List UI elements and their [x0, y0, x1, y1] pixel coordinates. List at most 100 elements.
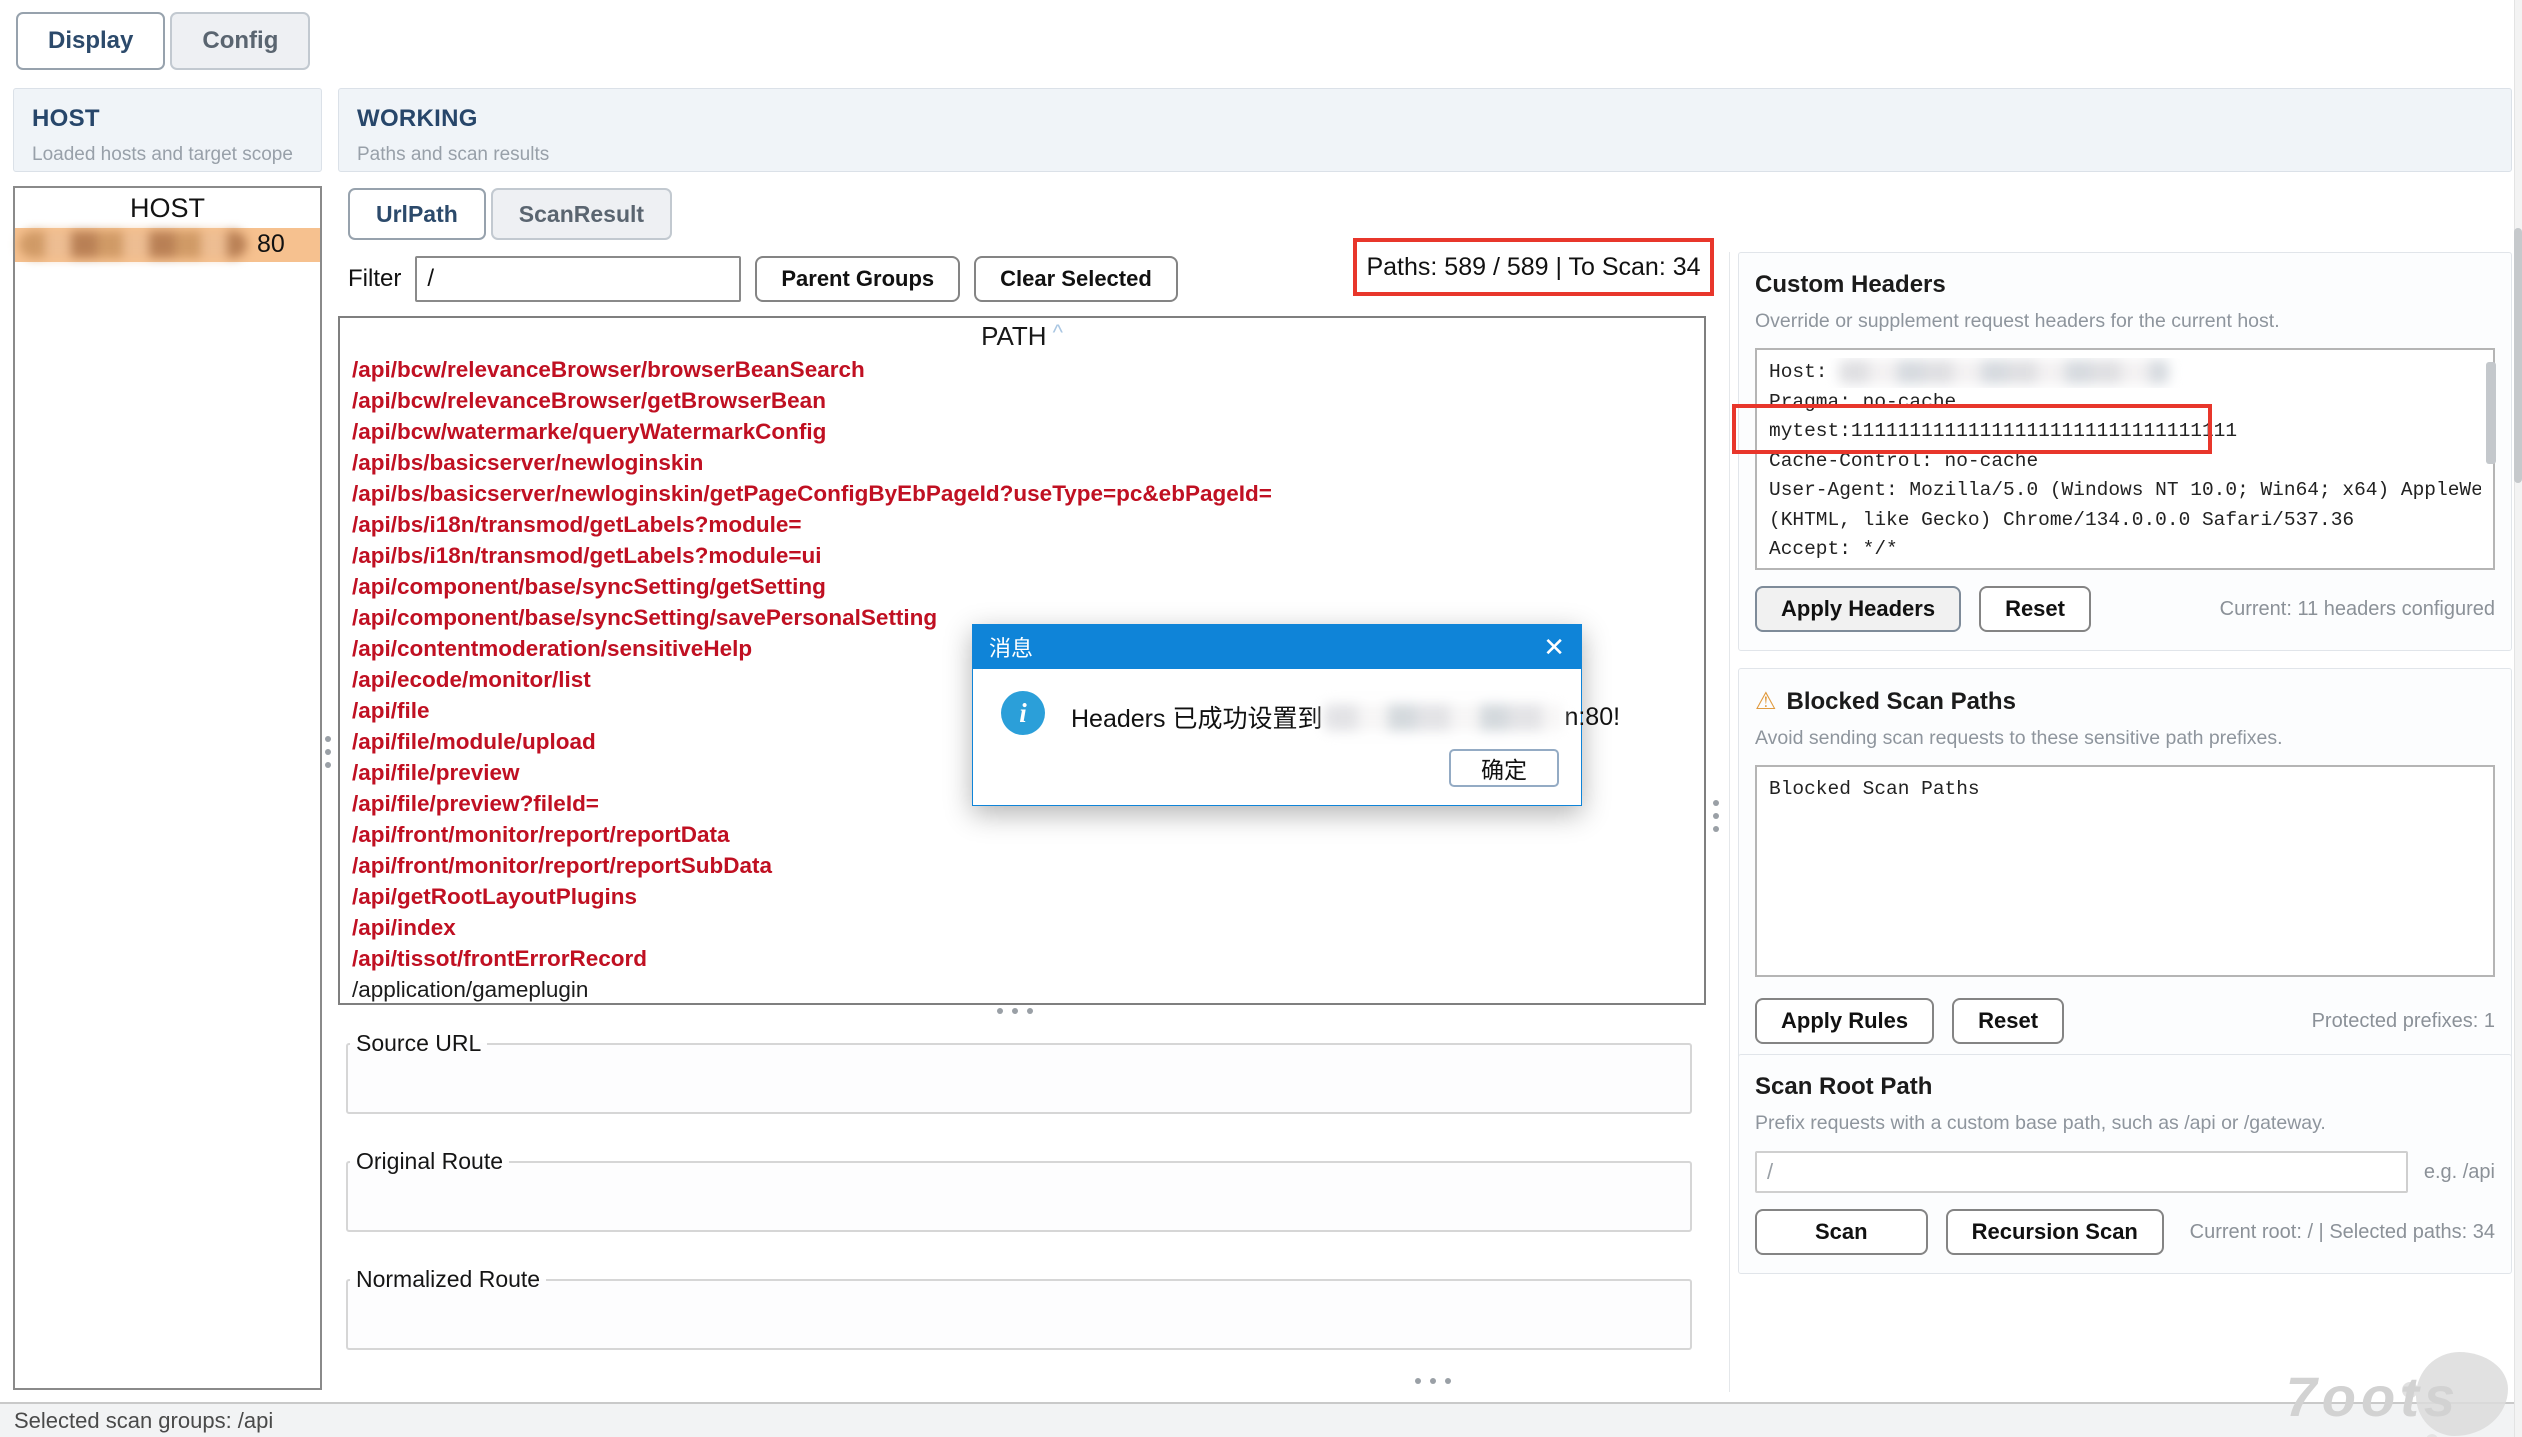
- apply-headers-button[interactable]: Apply Headers: [1755, 586, 1961, 632]
- status-bar-text: Selected scan groups: /api: [14, 1408, 273, 1434]
- host-panel-subtitle: Loaded hosts and target scope: [32, 144, 303, 166]
- sort-caret-icon: ^: [1053, 320, 1063, 346]
- scan-root-card: Scan Root Path Prefix requests with a cu…: [1738, 1054, 2512, 1274]
- ok-button[interactable]: 确定: [1449, 749, 1559, 787]
- path-column-header[interactable]: PATH ^: [340, 318, 1704, 354]
- custom-headers-actions: Apply Headers Reset Current: 11 headers …: [1755, 586, 2495, 632]
- dialog-title: 消息: [989, 631, 1033, 663]
- host-port: 80: [257, 230, 285, 259]
- warning-icon: ⚠: [1755, 687, 1777, 716]
- path-row[interactable]: /api/tissot/frontErrorRecord: [340, 943, 1704, 974]
- header-line: Accept: */*: [1769, 535, 2481, 565]
- header-line: Cache-Control: no-cache: [1769, 447, 2481, 477]
- host-row[interactable]: 80: [15, 228, 320, 262]
- blocked-paths-textarea[interactable]: Blocked Scan Paths: [1755, 765, 2495, 977]
- headers-status-label: Current: 11 headers configured: [2220, 598, 2495, 621]
- tab-urlpath[interactable]: UrlPath: [348, 188, 486, 240]
- dialog-titlebar[interactable]: 消息 ✕: [973, 625, 1581, 669]
- tab-scanresult[interactable]: ScanResult: [491, 188, 672, 240]
- blocked-paths-status-label: Protected prefixes: 1: [2312, 1010, 2495, 1033]
- path-row[interactable]: /api/bs/i18n/transmod/getLabels?module=: [340, 509, 1704, 540]
- rules-reset-button[interactable]: Reset: [1952, 998, 2064, 1044]
- path-row[interactable]: /api/bcw/relevanceBrowser/getBrowserBean: [340, 385, 1704, 416]
- parent-groups-button[interactable]: Parent Groups: [755, 256, 960, 302]
- paths-stats-annotation: Paths: 589 / 589 | To Scan: 34: [1353, 238, 1714, 296]
- host-table: HOST 80: [13, 186, 322, 1390]
- host-panel-header: HOST Loaded hosts and target scope: [13, 88, 322, 172]
- path-row[interactable]: /api/index: [340, 912, 1704, 943]
- path-row[interactable]: /api/bcw/relevanceBrowser/browserBeanSea…: [340, 354, 1704, 385]
- working-tabbar: UrlPath ScanResult: [348, 188, 672, 240]
- normalized-route-fieldset[interactable]: Normalized Route: [346, 1266, 1692, 1350]
- headers-reset-button[interactable]: Reset: [1979, 586, 2091, 632]
- path-table-splitter-handle[interactable]: [997, 1008, 1033, 1014]
- custom-headers-textarea[interactable]: Host: Pragma: no-cache mytest:1111111111…: [1755, 348, 2495, 570]
- status-bar: Selected scan groups: /api: [0, 1402, 2522, 1437]
- scan-root-input-row: e.g. /api: [1755, 1151, 2495, 1193]
- path-row[interactable]: /api/front/monitor/report/reportSubData: [340, 850, 1704, 881]
- path-row[interactable]: /api/front/monitor/report/reportData: [340, 819, 1704, 850]
- message-dialog: 消息 ✕ i Headers 已成功设置到 n:80! 确定: [972, 624, 1582, 806]
- path-row[interactable]: /api/bs/basicserver/newloginskin: [340, 447, 1704, 478]
- tab-display[interactable]: Display: [16, 12, 165, 70]
- right-column-divider: [1729, 252, 1730, 1392]
- right-splitter-handle[interactable]: [1713, 800, 1719, 832]
- filter-row: Filter Parent Groups Clear Selected: [348, 256, 1178, 302]
- path-row[interactable]: /application/gameplugin: [340, 974, 1704, 1005]
- redacted-dialog-host: [1324, 704, 1562, 731]
- working-panel-subtitle: Paths and scan results: [357, 144, 2493, 166]
- close-icon[interactable]: ✕: [1543, 634, 1565, 660]
- apply-rules-button[interactable]: Apply Rules: [1755, 998, 1934, 1044]
- blocked-paths-title: ⚠ Blocked Scan Paths: [1755, 687, 2495, 716]
- header-line: User-Agent: Mozilla/5.0 (Windows NT 10.0…: [1769, 476, 2481, 506]
- source-url-fieldset[interactable]: Source URL: [346, 1030, 1692, 1114]
- header-line: Pragma: no-cache: [1769, 388, 2481, 418]
- scan-root-actions: Scan Recursion Scan Current root: / | Se…: [1755, 1209, 2495, 1255]
- dialog-message: Headers 已成功设置到 n:80!: [1071, 699, 1620, 735]
- header-line-host: Host:: [1769, 358, 2481, 388]
- scan-root-status-label: Current root: / | Selected paths: 34: [2190, 1221, 2495, 1244]
- original-route-label: Original Route: [350, 1148, 509, 1175]
- scan-button[interactable]: Scan: [1755, 1209, 1928, 1255]
- scan-root-hint: e.g. /api: [2424, 1161, 2495, 1184]
- scan-root-input[interactable]: [1755, 1151, 2408, 1193]
- clear-selected-button[interactable]: Clear Selected: [974, 256, 1178, 302]
- tab-config[interactable]: Config: [170, 12, 310, 70]
- paths-stats-label: Paths: 589 / 589 | To Scan: 34: [1366, 253, 1700, 282]
- path-row[interactable]: /api/bcw/watermarke/queryWatermarkConfig: [340, 416, 1704, 447]
- page-scrollbar-thumb[interactable]: [2514, 228, 2522, 483]
- scan-root-subtitle: Prefix requests with a custom base path,…: [1755, 1112, 2495, 1135]
- working-panel-header: WORKING Paths and scan results: [338, 88, 2512, 172]
- blocked-paths-actions: Apply Rules Reset Protected prefixes: 1: [1755, 998, 2495, 1044]
- header-line: mytest:111111111111111111111111111111111: [1769, 417, 2481, 447]
- page-scrollbar-track[interactable]: [2514, 0, 2522, 1437]
- custom-headers-subtitle: Override or supplement request headers f…: [1755, 310, 2495, 333]
- recursion-scan-button[interactable]: Recursion Scan: [1946, 1209, 2164, 1255]
- host-table-header: HOST: [15, 188, 320, 228]
- dialog-body: i Headers 已成功设置到 n:80! 确定: [973, 669, 1581, 805]
- info-icon: i: [1001, 691, 1045, 735]
- filter-label: Filter: [348, 265, 401, 293]
- left-splitter-handle[interactable]: [325, 736, 331, 768]
- normalized-route-label: Normalized Route: [350, 1266, 546, 1293]
- original-route-fieldset[interactable]: Original Route: [346, 1148, 1692, 1232]
- redacted-host-value: [1839, 360, 2169, 384]
- app-root: Display Config HOST Loaded hosts and tar…: [0, 0, 2522, 1437]
- top-tabbar: Display Config: [16, 12, 310, 70]
- path-header-label: PATH: [981, 321, 1046, 352]
- path-row[interactable]: /api/bs/i18n/transmod/getLabels?module=u…: [340, 540, 1704, 571]
- path-row[interactable]: /api/component/base/syncSetting/getSetti…: [340, 571, 1704, 602]
- custom-headers-title: Custom Headers: [1755, 271, 2495, 299]
- bottom-splitter-handle[interactable]: [1415, 1378, 1451, 1384]
- blocked-paths-subtitle: Avoid sending scan requests to these sen…: [1755, 727, 2495, 750]
- header-line: (KHTML, like Gecko) Chrome/134.0.0.0 Saf…: [1769, 506, 2481, 536]
- headers-scrollbar-thumb[interactable]: [2486, 362, 2496, 464]
- path-row[interactable]: /api/bs/basicserver/newloginskin/getPage…: [340, 478, 1704, 509]
- custom-headers-card: Custom Headers Override or supplement re…: [1738, 252, 2512, 651]
- path-row[interactable]: /api/getRootLayoutPlugins: [340, 881, 1704, 912]
- host-panel-title: HOST: [32, 105, 303, 133]
- working-panel-title: WORKING: [357, 105, 2493, 133]
- source-url-label: Source URL: [350, 1030, 487, 1057]
- filter-input[interactable]: [415, 256, 741, 302]
- redacted-hostname: [19, 231, 247, 258]
